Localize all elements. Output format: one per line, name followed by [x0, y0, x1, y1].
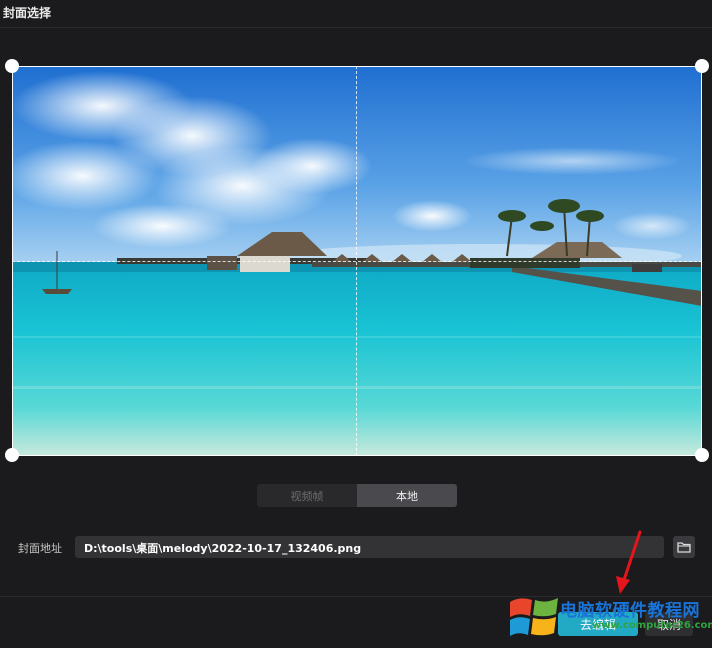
crop-guide-horizontal — [12, 261, 702, 262]
windows-logo-icon — [510, 598, 558, 636]
cover-path-field[interactable]: D:\tools\桌面\melody\2022-10-17_132406.png — [75, 536, 664, 558]
browse-folder-button[interactable] — [673, 536, 695, 558]
watermark-url: www.computer26.com — [592, 620, 712, 631]
cover-path-label: 封面地址 — [18, 542, 62, 555]
crop-handle-bottom-left[interactable] — [5, 448, 19, 462]
crop-handle-top-right[interactable] — [695, 59, 709, 73]
cover-source-tabs: 视频帧 本地 — [257, 484, 457, 507]
crop-handle-top-left[interactable] — [5, 59, 19, 73]
dialog-title-bar: 封面选择 — [0, 0, 712, 28]
crop-handle-bottom-right[interactable] — [695, 448, 709, 462]
tab-local[interactable]: 本地 — [357, 484, 457, 507]
watermark-text: 电脑软硬件教程网 — [560, 601, 700, 621]
red-arrow-icon — [616, 530, 642, 594]
dialog-title: 封面选择 — [3, 6, 52, 20]
tab-video-frame[interactable]: 视频帧 — [257, 484, 357, 507]
folder-icon — [677, 542, 691, 553]
